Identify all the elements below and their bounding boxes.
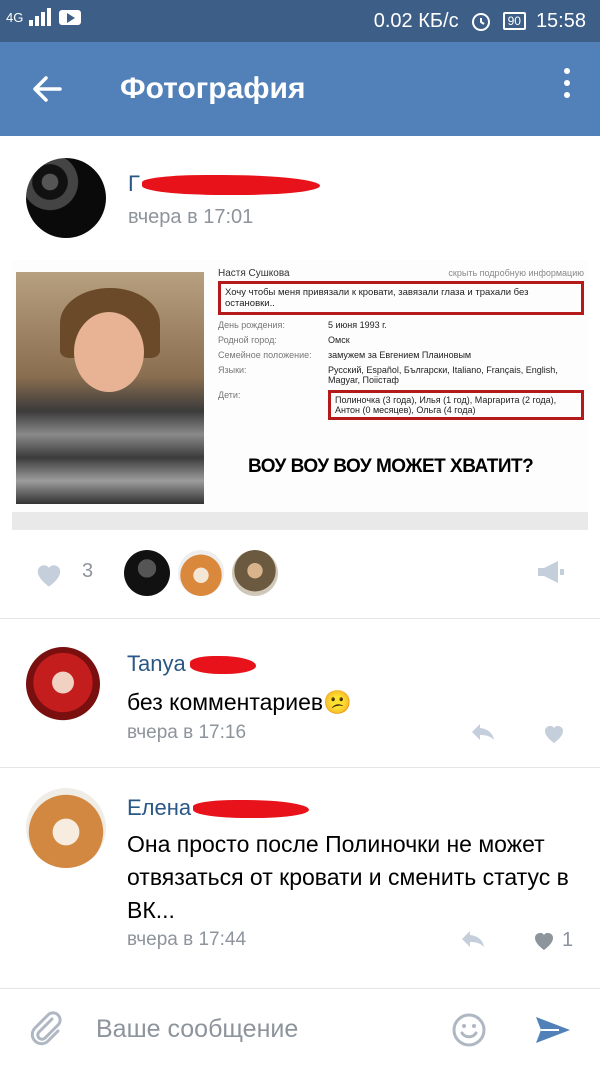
profile-photo-image bbox=[16, 272, 204, 504]
emoji-smile-icon[interactable] bbox=[452, 1013, 486, 1047]
profile-field: Родной город: Омск bbox=[218, 335, 350, 345]
liker-avatar[interactable] bbox=[232, 550, 278, 596]
paperclip-icon[interactable] bbox=[30, 1011, 62, 1047]
post-actions: 3 bbox=[0, 548, 600, 600]
post-author-name[interactable]: Г bbox=[128, 171, 320, 197]
network-speed: 0.02 КБ/с bbox=[373, 9, 459, 32]
profile-field: Семейное положение: замужем за Евгением П… bbox=[218, 350, 472, 360]
redaction-mark bbox=[141, 175, 320, 196]
profile-status-box: Хочу чтобы меня привязали к кровати, зав… bbox=[218, 281, 584, 315]
image-face bbox=[74, 312, 144, 392]
alarm-clock-icon bbox=[471, 13, 490, 31]
network-label: 4G bbox=[6, 9, 24, 25]
youtube-notification-icon bbox=[59, 9, 82, 25]
post-timestamp: вчера в 17:01 bbox=[128, 206, 254, 228]
comment-timestamp: вчера в 17:16 bbox=[127, 722, 247, 743]
photo-bottom-strip bbox=[12, 512, 588, 530]
app-bar: Фотография bbox=[0, 42, 600, 136]
comment-like-heart-icon[interactable] bbox=[532, 929, 556, 951]
redaction-mark bbox=[193, 800, 310, 819]
more-vertical-icon[interactable] bbox=[564, 68, 570, 104]
comment-text: без комментариев😕 bbox=[127, 689, 352, 715]
comment-author-name[interactable]: Елена bbox=[127, 795, 310, 821]
profile-field: День рождения: 5 июня 1993 г. bbox=[218, 320, 387, 330]
divider bbox=[0, 767, 600, 768]
comment-author-name[interactable]: Tanya bbox=[127, 651, 256, 677]
signal-icon bbox=[29, 8, 52, 26]
send-icon[interactable] bbox=[534, 1015, 572, 1045]
meme-caption: ВОУ ВОУ ВОУ МОЖЕТ ХВАТИТ? bbox=[248, 456, 534, 477]
battery-icon: 90 bbox=[502, 12, 526, 30]
hide-info-link: скрыть подробную информацию bbox=[448, 268, 584, 278]
comment-author-avatar[interactable] bbox=[26, 788, 106, 868]
like-count: 3 bbox=[82, 560, 94, 582]
post-photo[interactable]: Настя Сушкова скрыть подробную информаци… bbox=[12, 260, 588, 530]
comment-timestamp: вчера в 17:44 bbox=[127, 929, 247, 950]
comment-author-avatar[interactable] bbox=[26, 647, 100, 721]
comment-like-count: 1 bbox=[562, 929, 574, 951]
page-title: Фотография bbox=[120, 72, 306, 105]
like-heart-icon[interactable] bbox=[34, 560, 64, 588]
profile-screenshot: Настя Сушкова скрыть подробную информаци… bbox=[218, 268, 584, 420]
liker-avatar[interactable] bbox=[124, 550, 170, 596]
reply-icon[interactable] bbox=[470, 722, 496, 742]
comment-like-heart-icon[interactable] bbox=[542, 722, 566, 744]
liker-avatar[interactable] bbox=[178, 550, 224, 596]
clock: 15:58 bbox=[535, 9, 586, 32]
message-input[interactable]: Ваше сообщение bbox=[96, 1015, 298, 1044]
arrow-left-icon[interactable] bbox=[32, 74, 62, 104]
redaction-mark bbox=[189, 656, 256, 675]
profile-field: Языки: Русский, Español, Български, Itali… bbox=[218, 365, 558, 385]
profile-field-children: Дети: Полиночка (3 года), Илья (1 год), М… bbox=[218, 390, 584, 420]
profile-name: Настя Сушкова bbox=[218, 268, 290, 279]
share-megaphone-icon[interactable] bbox=[536, 560, 566, 584]
message-composer: Ваше сообщение bbox=[0, 988, 600, 1068]
post-author-avatar[interactable] bbox=[26, 158, 106, 238]
comment-text: Она просто после Полиночки не может отвя… bbox=[127, 831, 569, 923]
reply-icon[interactable] bbox=[460, 929, 486, 949]
status-bar: 4G 0.02 КБ/с 90 15:58 bbox=[0, 0, 600, 42]
post-author-initial: Г bbox=[128, 171, 140, 196]
divider bbox=[0, 618, 600, 619]
children-box: Полиночка (3 года), Илья (1 год), Маргар… bbox=[328, 390, 584, 420]
